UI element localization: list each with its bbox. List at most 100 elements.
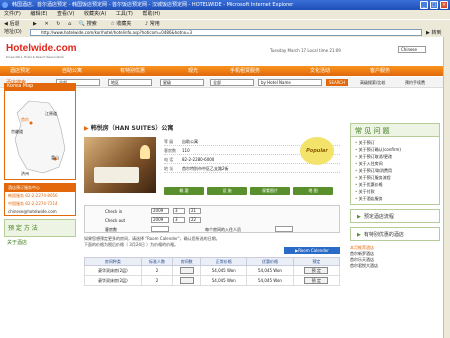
map-city-gangwon[interactable]: 江原道 (45, 111, 57, 117)
minimize-button[interactable]: _ (420, 1, 428, 9)
map-button[interactable]: 地 图 (293, 187, 333, 195)
media-label: 常用 (149, 21, 160, 27)
checkin-month[interactable]: 3 (173, 208, 185, 214)
go-label: 转到 (431, 30, 442, 36)
hotel-name-input[interactable]: by Hotel Name (258, 79, 322, 86)
info-tel-val: 82-2-2280-6000 (182, 157, 215, 162)
hotel-name: ▶ 韩悦房（HAN SUITES）公寓 (84, 123, 344, 132)
nav-service[interactable]: 客户服务 (370, 66, 390, 76)
home-icon[interactable]: ⌂ (68, 21, 71, 27)
room-table: 房间种类 标准人数 房间数 正常价格 优惠价格 预定 豪华双床房(2层) 2 5… (84, 257, 341, 286)
faq-item[interactable]: 关于酒店服务 (355, 195, 435, 202)
stop-icon[interactable]: ✕ (45, 21, 49, 27)
nav-tour[interactable]: 观光 (188, 66, 198, 76)
advanced-search-link[interactable]: 高级搜索/比较 (360, 80, 385, 86)
checkout-year[interactable]: 2009 (151, 217, 169, 223)
menu-help[interactable]: 帮助(H) (142, 11, 160, 17)
checkin-year[interactable]: 2009 (151, 208, 169, 214)
checkin-label: Check in (105, 209, 123, 214)
star-select[interactable]: 星级 (160, 79, 204, 86)
faq-item[interactable]: 关于入住房间 (355, 160, 435, 167)
room-count-cell[interactable] (172, 275, 202, 286)
service-phone-korea: 韩国服务 82-2-2274-8056 (8, 193, 58, 198)
nav-phone[interactable]: 手机租赁服务 (230, 66, 260, 76)
rooms-count-select[interactable] (151, 226, 169, 232)
search-button[interactable]: 🔍 搜索 (79, 21, 103, 27)
faq-item[interactable]: 关于预订 (355, 139, 435, 146)
info-addr-val: 首尔特别市中区乙支路2街 (182, 166, 229, 171)
menu-file[interactable]: 文件(F) (4, 11, 21, 17)
fee-link[interactable]: 预约手续费 (405, 80, 425, 86)
faq-item[interactable]: 关于优惠价格 (355, 181, 435, 188)
area-select[interactable]: 地区 (108, 79, 152, 86)
checkout-day[interactable]: 22 (189, 217, 201, 223)
people-label: 每个房间的入住人员 (205, 227, 241, 232)
normal-price-cell: 54,045 Won (200, 265, 248, 276)
site-logo[interactable]: Hotelwide.com (6, 43, 77, 54)
room-type-cell[interactable]: 豪华双床房(2层) (84, 265, 142, 276)
recommended-link[interactable]: 首尔君悦大酒店 (350, 263, 440, 269)
book-button[interactable]: 预 定 (304, 277, 329, 284)
room-count-cell[interactable] (172, 265, 202, 276)
map-city-gyeonggi[interactable]: 京畿道 (11, 129, 23, 135)
checkout-month[interactable]: 3 (173, 217, 185, 223)
refresh-icon[interactable]: ↻ (56, 21, 60, 27)
menu-view[interactable]: 查看(V) (57, 11, 74, 17)
map-city-seoul[interactable]: 首尔 (21, 117, 29, 123)
nav-culture[interactable]: 文化活动 (310, 66, 330, 76)
korea-map[interactable]: 首尔 京畿道 江原道 釜山 济州 (4, 90, 76, 180)
favorites-button[interactable]: ☆ 收藏夹 (110, 21, 137, 27)
room-type-cell[interactable]: 豪华双床房(2层) (84, 275, 142, 286)
faq-item[interactable]: 关于预订取消/更改 (355, 153, 435, 160)
service-center-box: 酒店预订服务中心 韩国服务 82-2-2274-8056 中国服务 82-2-2… (4, 183, 76, 216)
address-label: 地址(D) (4, 29, 22, 35)
type-select[interactable]: 全部 (210, 79, 254, 86)
back-button[interactable]: ◀ 后退 (4, 21, 25, 27)
nav-hotel[interactable]: 酒店预定 (10, 66, 30, 76)
faq-item[interactable]: 关于预订服务流程 (355, 174, 435, 181)
checkin-day[interactable]: 21 (189, 208, 201, 214)
faq-item[interactable]: 关于付款 (355, 188, 435, 195)
info-tel-key: 电 话 (164, 157, 174, 162)
maximize-button[interactable]: □ (430, 1, 438, 9)
about-hotel-link[interactable]: 关于酒店 (4, 239, 76, 246)
menu-favorites[interactable]: 收藏夹(A) (84, 11, 106, 17)
close-button[interactable]: × (440, 1, 448, 9)
room-calendar-button[interactable]: ▶Room Calender (284, 247, 340, 254)
booking-method-box[interactable]: 预 定 方 法 (4, 219, 76, 237)
col-std-people: 标准人数 (140, 257, 174, 266)
service-phone-china: 中国服务 82-2-2274-7214 (8, 201, 58, 206)
nav-apartment[interactable]: 自助公寓 (62, 66, 82, 76)
address-input[interactable]: http://www.hotelwide.com/kor/hotel/hotel… (30, 29, 422, 36)
info-star-val: 自助公寓 (182, 139, 198, 144)
overview-button[interactable]: 概 要 (164, 187, 204, 195)
faq-item[interactable]: 关于预订确认(confirm) (355, 146, 435, 153)
nav-special[interactable]: 有特别优惠 (120, 66, 145, 76)
search-submit-button[interactable]: SEARCH (326, 79, 348, 86)
faq-item[interactable]: 关于预订/取消费用 (355, 167, 435, 174)
forward-button[interactable]: ▶ (33, 21, 37, 27)
booking-flow-box[interactable]: ▶ 预定酒店流程 (350, 209, 440, 223)
service-email[interactable]: chinese@hotelwide.com (5, 208, 75, 215)
hotel-photo[interactable] (84, 137, 156, 193)
media-button[interactable]: ♪ 常用 (145, 21, 166, 27)
menu-tools[interactable]: 工具(T) (116, 11, 133, 17)
special-offer-box[interactable]: ▶ 有特别优惠的酒店 (350, 227, 440, 241)
korea-map-title: Korea Map (4, 83, 76, 90)
facilities-button[interactable]: 设 施 (207, 187, 247, 195)
people-select[interactable] (275, 226, 293, 232)
std-people-cell: 2 (140, 275, 174, 286)
book-button[interactable]: 预 定 (304, 267, 329, 274)
room-count-select[interactable] (179, 276, 194, 284)
room-count-select[interactable] (179, 266, 194, 274)
language-select[interactable]: Chinese (398, 46, 426, 53)
map-city-busan[interactable]: 釜山 (51, 155, 59, 161)
col-special-price: 优惠价格 (246, 257, 294, 266)
map-city-jeju[interactable]: 济州 (21, 171, 29, 177)
menu-edit[interactable]: 编辑(E) (30, 11, 47, 17)
popular-badge: Popular (300, 137, 334, 165)
vertical-scrollbar[interactable] (443, 37, 450, 338)
photos-button[interactable]: 观看图片 (250, 187, 290, 195)
arrow-icon: ▶ (357, 214, 361, 220)
right-sidebar: 常 见 问 题 关于预订 关于预订确认(confirm) 关于预订取消/更改 关… (350, 123, 440, 269)
